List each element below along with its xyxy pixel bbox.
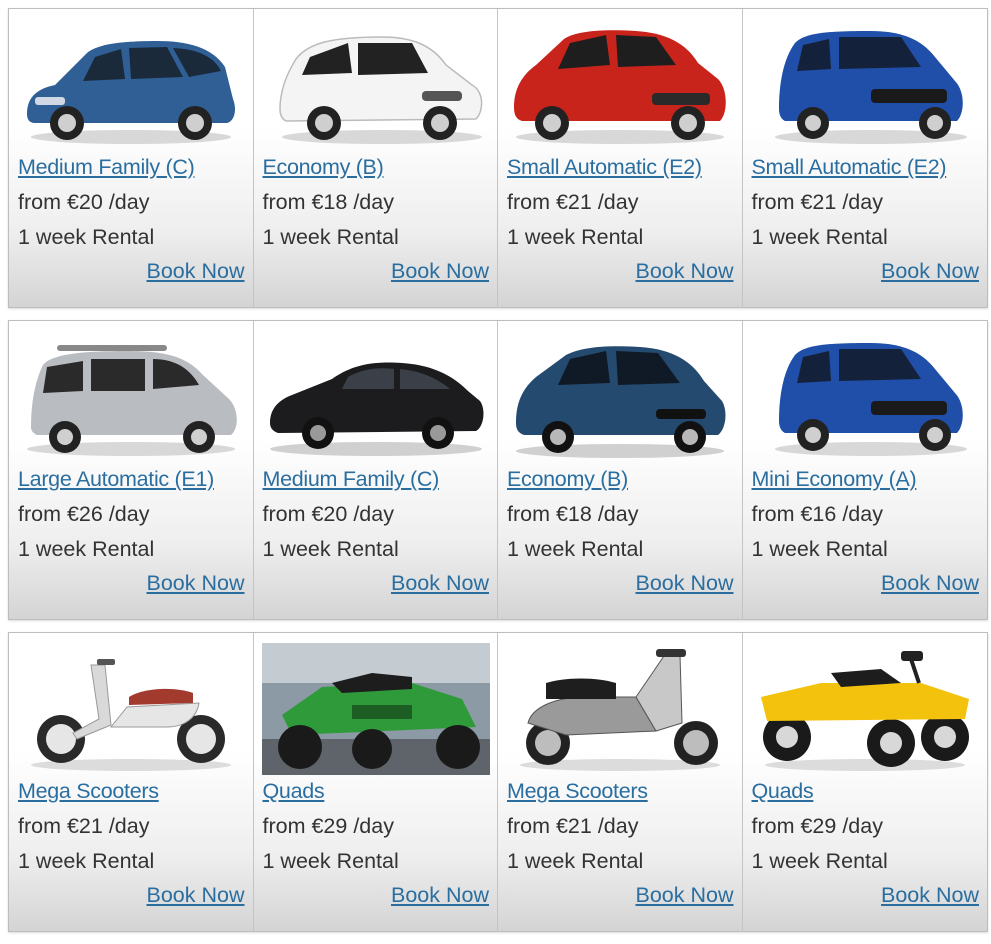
vehicle-price: from €18 /day <box>507 502 639 526</box>
vehicle-price: from €21 /day <box>751 190 883 214</box>
dark-blue-hatchback-car-image[interactable] <box>506 331 734 463</box>
vehicle-price: from €29 /day <box>262 814 394 838</box>
black-sedan-car-image[interactable] <box>262 331 490 463</box>
vehicle-name-link[interactable]: Small Automatic (E2) <box>507 155 702 180</box>
vehicle-card: Quads from €29 /day 1 week Rental Book N… <box>742 633 987 931</box>
vehicle-name-link[interactable]: Quads <box>752 779 814 804</box>
vehicle-price: from €29 /day <box>751 814 883 838</box>
vehicle-card: Mega Scooters from €21 /day 1 week Renta… <box>9 633 254 931</box>
rental-period: 1 week Rental <box>262 225 399 249</box>
book-now-link[interactable]: Book Now <box>881 883 979 908</box>
vehicle-price: from €16 /day <box>751 502 883 526</box>
vehicle-row-2: Large Automatic (E1) from €26 /day 1 wee… <box>8 320 988 620</box>
vehicle-card: Medium Family (C) from €20 /day 1 week R… <box>253 321 498 619</box>
vehicle-name-link[interactable]: Mega Scooters <box>507 779 648 804</box>
vehicle-name-link[interactable]: Medium Family (C) <box>18 155 195 180</box>
vehicle-name-link[interactable]: Mega Scooters <box>18 779 159 804</box>
vehicle-name-link[interactable]: Mini Economy (A) <box>752 467 917 492</box>
vehicle-card: Economy (B) from €18 /day 1 week Rental … <box>253 9 498 307</box>
vehicle-name-link[interactable]: Small Automatic (E2) <box>752 155 947 180</box>
vehicle-card: Large Automatic (E1) from €26 /day 1 wee… <box>9 321 254 619</box>
vehicle-row-1: Medium Family (C) from €20 /day 1 week R… <box>8 8 988 308</box>
vehicle-price: from €18 /day <box>262 190 394 214</box>
vehicle-grid: Medium Family (C) from €20 /day 1 week R… <box>8 8 988 944</box>
white-hatchback-car-image[interactable] <box>262 19 490 151</box>
rental-period: 1 week Rental <box>507 849 644 873</box>
silver-scooter-image[interactable] <box>506 643 734 775</box>
rental-period: 1 week Rental <box>507 537 644 561</box>
red-small-car-image[interactable] <box>506 19 734 151</box>
vehicle-row-3: Mega Scooters from €21 /day 1 week Renta… <box>8 632 988 932</box>
rental-period: 1 week Rental <box>751 849 888 873</box>
vehicle-card: Mini Economy (A) from €16 /day 1 week Re… <box>742 321 987 619</box>
silver-minivan-car-image[interactable] <box>17 331 245 463</box>
vehicle-card: Mega Scooters from €21 /day 1 week Renta… <box>498 633 743 931</box>
rental-period: 1 week Rental <box>751 537 888 561</box>
vehicle-price: from €26 /day <box>18 502 150 526</box>
book-now-link[interactable]: Book Now <box>147 571 245 596</box>
book-now-link[interactable]: Book Now <box>391 259 489 284</box>
vehicle-price: from €20 /day <box>18 190 150 214</box>
vehicle-name-link[interactable]: Quads <box>263 779 325 804</box>
rental-period: 1 week Rental <box>507 225 644 249</box>
book-now-link[interactable]: Book Now <box>147 259 245 284</box>
vehicle-price: from €21 /day <box>507 190 639 214</box>
vehicle-name-link[interactable]: Medium Family (C) <box>263 467 440 492</box>
white-scooter-image[interactable] <box>17 643 245 775</box>
rental-period: 1 week Rental <box>18 849 155 873</box>
vehicle-price: from €21 /day <box>507 814 639 838</box>
blue-mini-car-image[interactable] <box>751 331 979 463</box>
book-now-link[interactable]: Book Now <box>636 883 734 908</box>
rental-period: 1 week Rental <box>262 537 399 561</box>
book-now-link[interactable]: Book Now <box>391 571 489 596</box>
book-now-link[interactable]: Book Now <box>636 259 734 284</box>
blue-small-car-image[interactable] <box>751 19 979 151</box>
vehicle-card: Small Automatic (E2) from €21 /day 1 wee… <box>498 9 743 307</box>
vehicle-card: Quads from €29 /day 1 week Rental Book N… <box>253 633 498 931</box>
book-now-link[interactable]: Book Now <box>147 883 245 908</box>
vehicle-card: Small Automatic (E2) from €21 /day 1 wee… <box>742 9 987 307</box>
book-now-link[interactable]: Book Now <box>391 883 489 908</box>
vehicle-name-link[interactable]: Large Automatic (E1) <box>18 467 214 492</box>
rental-period: 1 week Rental <box>18 537 155 561</box>
vehicle-card: Medium Family (C) from €20 /day 1 week R… <box>9 9 254 307</box>
vehicle-name-link[interactable]: Economy (B) <box>507 467 628 492</box>
book-now-link[interactable]: Book Now <box>881 259 979 284</box>
vehicle-price: from €20 /day <box>262 502 394 526</box>
book-now-link[interactable]: Book Now <box>881 571 979 596</box>
vehicle-price: from €21 /day <box>18 814 150 838</box>
vehicle-card: Economy (B) from €18 /day 1 week Rental … <box>498 321 743 619</box>
yellow-quad-bike-image[interactable] <box>751 643 979 775</box>
book-now-link[interactable]: Book Now <box>636 571 734 596</box>
rental-period: 1 week Rental <box>262 849 399 873</box>
blue-hatchback-car-image[interactable] <box>17 19 245 151</box>
rental-period: 1 week Rental <box>18 225 155 249</box>
green-quad-bike-image[interactable] <box>261 643 490 775</box>
vehicle-name-link[interactable]: Economy (B) <box>263 155 384 180</box>
rental-period: 1 week Rental <box>751 225 888 249</box>
